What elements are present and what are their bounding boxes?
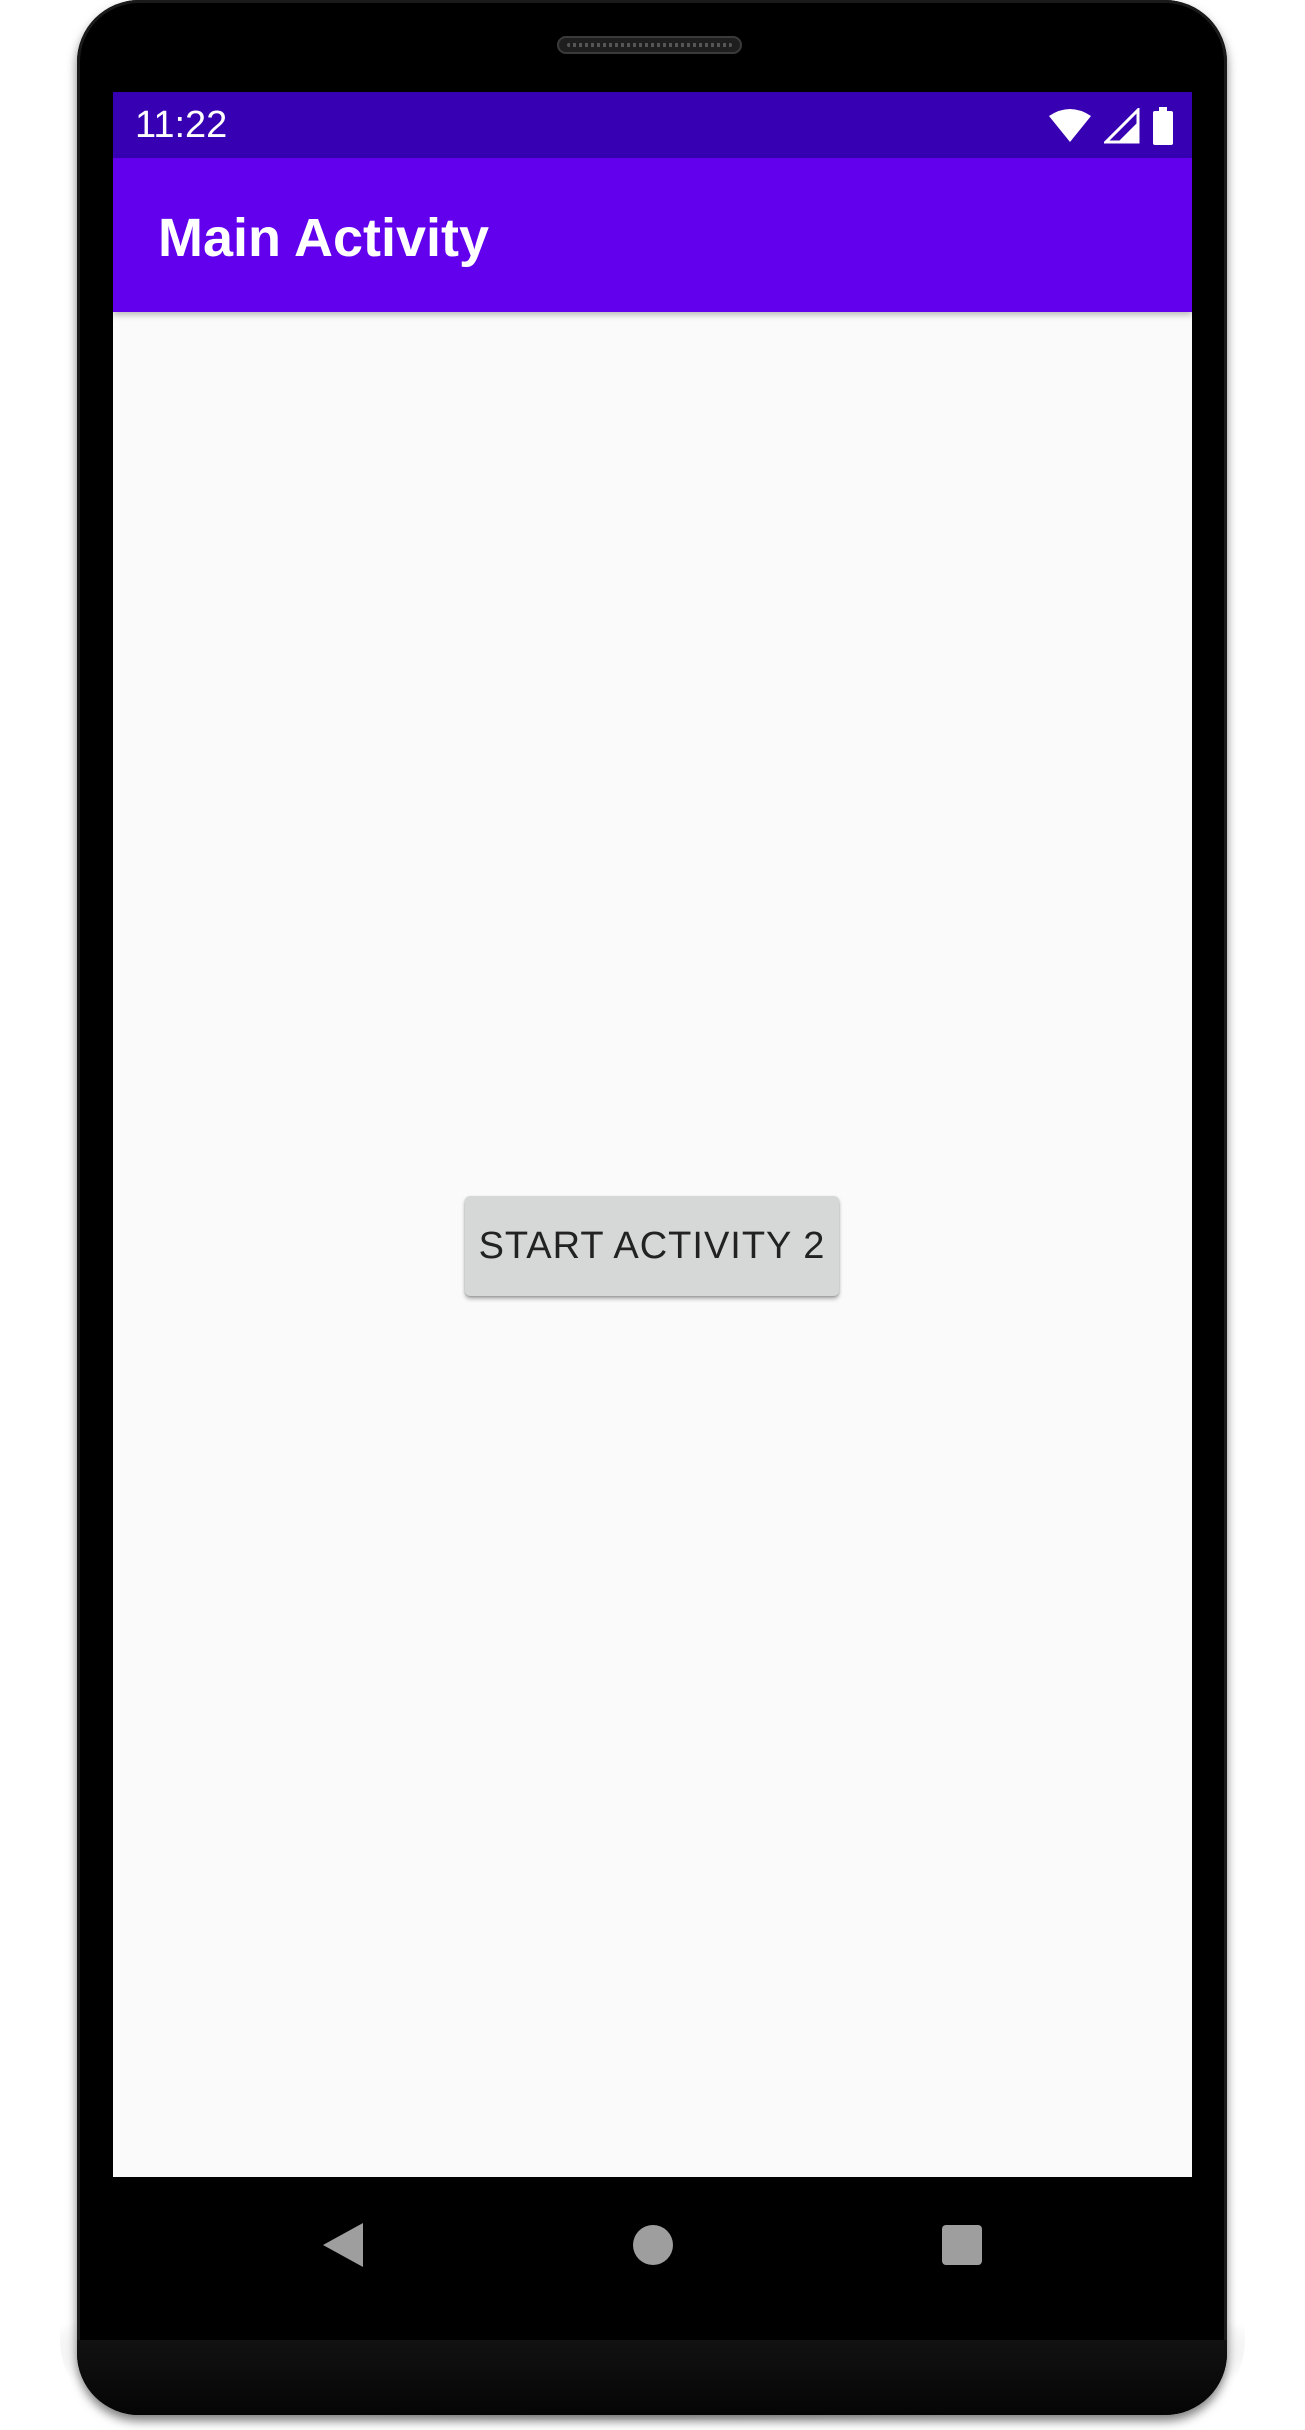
battery-icon [1152,107,1174,145]
back-icon [321,2221,365,2274]
wifi-icon [1048,108,1092,144]
page: 11:22 Main Activity START ACTIVITY 2 [0,0,1305,2430]
navigation-bar [113,2177,1192,2317]
recents-button[interactable] [927,2212,997,2282]
status-icons [1048,106,1174,146]
signal-icon [1104,108,1140,144]
device-screen: 11:22 Main Activity START ACTIVITY 2 [113,92,1192,2177]
start-activity-2-button[interactable]: START ACTIVITY 2 [465,1196,839,1296]
app-bar: Main Activity [113,158,1192,312]
home-icon [632,2224,674,2271]
earpiece-speaker [557,36,742,54]
home-button[interactable] [618,2212,688,2282]
status-bar: 11:22 [113,92,1192,158]
phone-chin [77,2340,1227,2415]
recents-icon [942,2224,982,2270]
back-button[interactable] [308,2212,378,2282]
main-content: START ACTIVITY 2 [113,312,1192,2177]
page-title: Main Activity [158,208,490,268]
status-time: 11:22 [135,104,228,146]
